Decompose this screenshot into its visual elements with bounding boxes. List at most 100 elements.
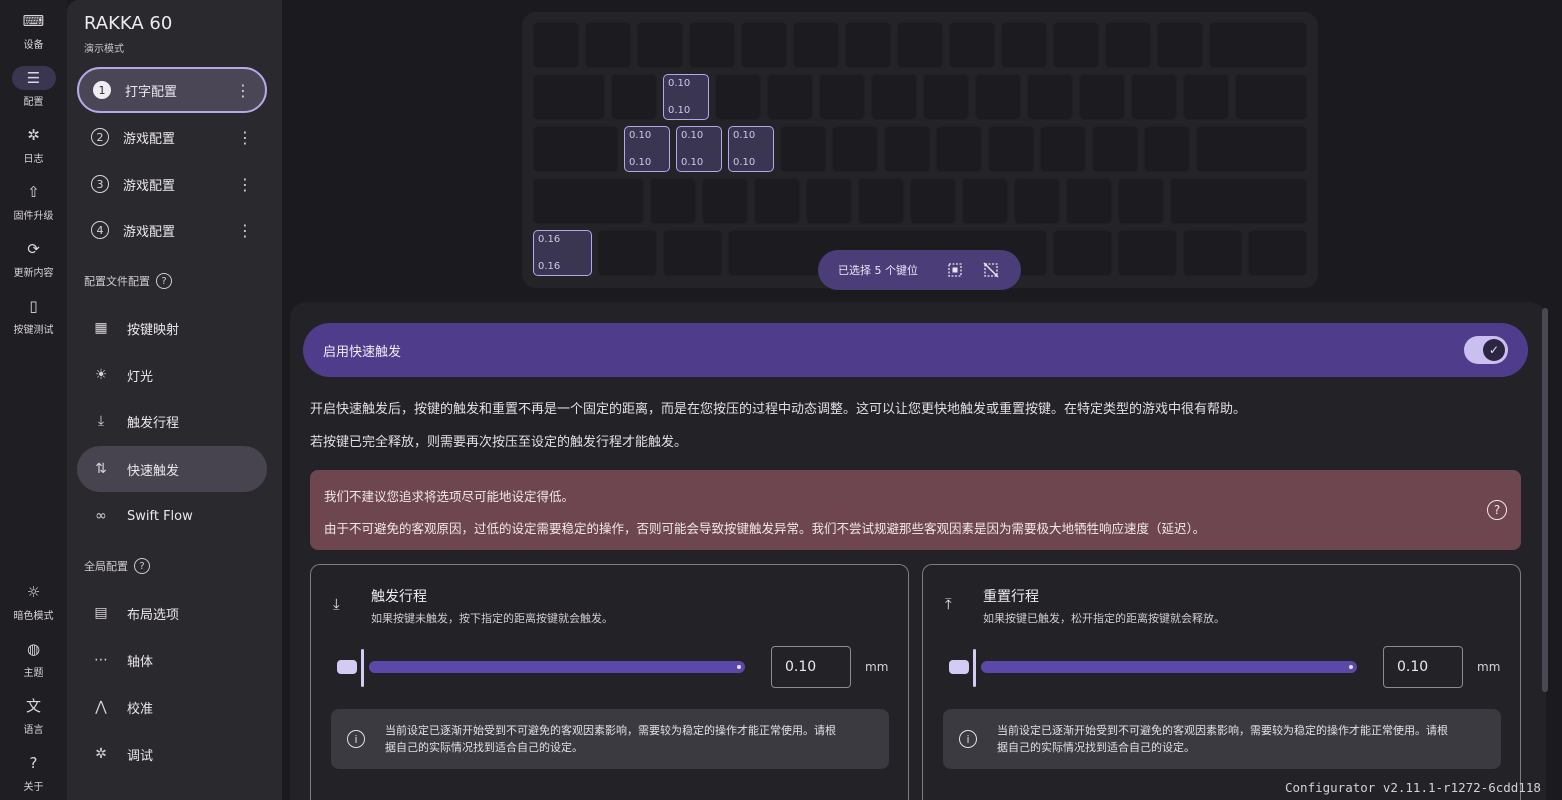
keyboard-key[interactable] [923,74,969,120]
keyboard-key[interactable] [767,74,813,120]
nav-item-switch[interactable]: ⋯ 轴体 [77,637,267,683]
nav-item-debug[interactable]: ✲ 调试 [77,731,267,777]
nav-item-swift-flow[interactable]: ∞ Swift Flow [77,493,267,539]
slider-track[interactable] [369,661,745,673]
keyboard-key[interactable] [897,22,943,68]
nav-item-actuation[interactable]: ⤓ 触发行程 [77,398,267,444]
keyboard-key[interactable] [533,22,579,68]
keyboard-key[interactable] [1248,230,1307,276]
profile-item-4[interactable]: 4 游戏配置 ⋮ [77,207,267,253]
keyboard-key[interactable] [1196,126,1307,172]
keyboard-key-selected[interactable]: 0.10 0.10 [676,126,722,172]
keyboard-key[interactable] [1157,22,1203,68]
more-vert-icon[interactable]: ⋮ [233,221,257,240]
keyboard-key[interactable] [533,126,618,172]
profile-item-2[interactable]: 2 游戏配置 ⋮ [77,114,267,160]
slider-handle[interactable] [973,649,976,687]
keyboard-key[interactable] [793,22,839,68]
keyboard-key[interactable] [1079,74,1125,120]
nav-item-calibrate[interactable]: ⋀ 校准 [77,684,267,730]
keyboard-key[interactable] [1170,178,1307,224]
keyboard-key[interactable] [1092,126,1138,172]
help-icon[interactable]: ? [156,273,172,289]
keyboard-key[interactable] [949,22,995,68]
keyboard-key[interactable] [533,74,605,120]
nav-item-layout[interactable]: ▤ 布局选项 [77,590,267,636]
more-vert-icon[interactable]: ⋮ [231,81,255,100]
reset-value-input[interactable]: 0.10 [1383,646,1463,688]
keyboard-key[interactable] [910,178,956,224]
rail-item-device[interactable]: ⌨ 设备 [0,1,67,58]
nav-item-lighting[interactable]: ☀ 灯光 [77,352,267,398]
profile-item-3[interactable]: 3 游戏配置 ⋮ [77,161,267,207]
keyboard-key[interactable] [611,74,657,120]
rail-item-key-test[interactable]: ▯ 按键测试 [0,286,67,343]
keyboard-key-selected[interactable]: 0.10 0.10 [728,126,774,172]
keyboard-key[interactable] [884,126,930,172]
keyboard-key[interactable] [715,74,761,120]
keyboard-key[interactable] [754,178,800,224]
rapid-trigger-switch[interactable]: ✓ [1464,336,1508,364]
rapid-trigger-toggle-row[interactable]: 启用快速触发 ✓ [303,323,1528,377]
keyboard-key[interactable] [585,22,631,68]
keyboard-key[interactable] [1144,126,1190,172]
keyboard-key[interactable] [1001,22,1047,68]
keyboard-key[interactable] [1118,178,1164,224]
keyboard-key[interactable] [806,178,852,224]
help-icon[interactable]: ? [1487,500,1507,520]
keyboard-key[interactable] [819,74,865,120]
slider-track[interactable] [981,661,1357,673]
keyboard-key[interactable] [1040,126,1086,172]
keyboard-key[interactable] [1209,22,1307,68]
keyboard-key[interactable] [1014,178,1060,224]
keyboard-key[interactable] [1066,178,1112,224]
keyboard-key[interactable] [1053,22,1099,68]
keyboard-key[interactable] [988,126,1034,172]
keyboard-key[interactable] [1105,22,1151,68]
rail-item-language[interactable]: 文 语言 [0,686,67,743]
rail-item-config[interactable]: ☰ 配置 [0,58,67,115]
keyboard-key[interactable] [936,126,982,172]
keyboard-key[interactable] [845,22,891,68]
keyboard-key[interactable] [1183,230,1242,276]
keyboard-key-selected[interactable]: 0.10 0.10 [663,74,709,120]
keyboard-key-selected[interactable]: 0.10 0.10 [624,126,670,172]
keyboard-key[interactable] [1118,230,1177,276]
more-vert-icon[interactable]: ⋮ [233,128,257,147]
keyboard-key[interactable] [871,74,917,120]
rail-item-changelog[interactable]: ⟳ 更新内容 [0,229,67,286]
rail-item-dark-mode[interactable]: ☼ 暗色模式 [0,572,67,629]
keyboard-key[interactable] [663,230,722,276]
keyboard-key[interactable] [598,230,657,276]
more-vert-icon[interactable]: ⋮ [233,175,257,194]
actuation-value-input[interactable]: 0.10 [771,646,851,688]
select-all-icon[interactable] [944,259,966,281]
keyboard-key[interactable] [962,178,1008,224]
keyboard-key[interactable] [780,126,826,172]
rail-item-log[interactable]: ✲ 日志 [0,115,67,172]
rail-item-about[interactable]: ? 关于 [0,743,67,800]
nav-item-rapid-trigger[interactable]: ⇅ 快速触发 [77,446,267,492]
keyboard-key[interactable] [689,22,735,68]
rail-item-firmware[interactable]: ⇧ 固件升级 [0,172,67,229]
keyboard-key[interactable] [975,74,1021,120]
slider-handle[interactable] [361,649,364,687]
keyboard-key[interactable] [832,126,878,172]
keyboard-key[interactable] [858,178,904,224]
keyboard-key[interactable] [533,178,644,224]
nav-item-keymap[interactable]: ▦ 按键映射 [77,305,267,351]
scrollbar[interactable] [1542,308,1548,692]
keyboard-key[interactable] [1027,74,1073,120]
keyboard-key[interactable] [1235,74,1307,120]
keyboard-key[interactable] [1183,74,1229,120]
deselect-all-icon[interactable] [980,259,1002,281]
keyboard-key[interactable] [702,178,748,224]
help-icon[interactable]: ? [134,558,150,574]
keyboard-key[interactable] [1053,230,1112,276]
keyboard-key[interactable] [650,178,696,224]
rail-item-theme[interactable]: ◍ 主题 [0,629,67,686]
keyboard-key-selected[interactable]: 0.16 0.16 [533,230,592,276]
keyboard-key[interactable] [637,22,683,68]
profile-item-1[interactable]: 1 打字配置 ⋮ [77,67,267,113]
keyboard-key[interactable] [741,22,787,68]
